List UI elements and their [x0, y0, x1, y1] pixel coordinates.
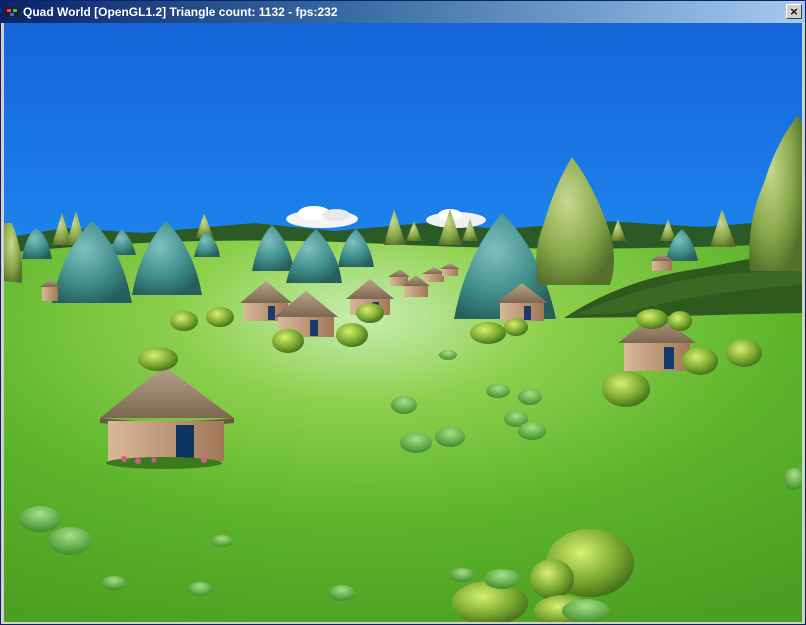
scene-render	[4, 23, 802, 622]
close-button[interactable]: ×	[786, 4, 802, 19]
title-bar[interactable]: Quad World [OpenGL1.2] Triangle count: 1…	[1, 1, 805, 23]
opengl-viewport[interactable]	[4, 23, 802, 622]
app-window: Quad World [OpenGL1.2] Triangle count: 1…	[0, 0, 806, 625]
opengl-app-icon	[4, 4, 20, 20]
close-icon: ×	[789, 5, 799, 18]
window-title: Quad World [OpenGL1.2] Triangle count: 1…	[23, 5, 338, 19]
